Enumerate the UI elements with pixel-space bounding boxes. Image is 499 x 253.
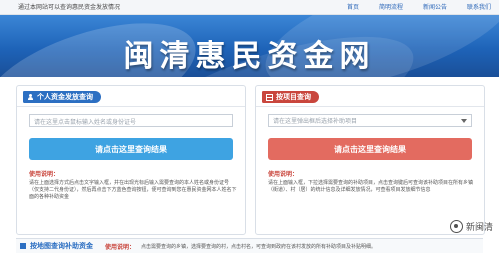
divider [256,106,484,107]
usage-instructions: 使用说明： 请在上面输入框，下拉选择需要查询的补助项目，点击查询键后可查询该补助… [268,171,476,194]
tab-label: 个人资金发放查询 [37,93,93,101]
panel-header: 按项目查询 [262,90,319,104]
usage-text: 点击需要查询的乡镇，选择要查询的村，点击村名，可查询到政府在该村发放的所有补助项… [141,243,377,250]
usage-instructions: 使用说明： 请在上面选择方式后点击文字输入框，并在出现光标后输入需要查询的本人姓… [29,171,237,201]
nav-contact-link[interactable]: 联系我们 [467,2,491,11]
grid-icon [266,93,273,101]
usage-text: 请在上面选择方式后点击文字输入框，并在出现光标后输入需要查询的本人姓名或身份证号… [29,180,237,200]
nav-process-link[interactable]: 简明流程 [379,2,403,11]
tab-label: 按地图查询补助资金 [30,242,93,250]
personal-query-panel: 个人资金发放查询 请在这里点击鼠标输入姓名或身份证号 请点击这里查询结果 使用说… [16,85,246,235]
tab-project-query[interactable]: 按项目查询 [262,91,319,103]
wechat-icon [449,220,463,233]
map-icon [20,243,26,249]
site-title: 闽清惠民资金网 [123,39,376,74]
watermark-text: 新闽清 [465,223,493,233]
tab-label: 按项目查询 [276,93,311,101]
panel-header: 个人资金发放查询 [23,90,101,104]
nav-news-link[interactable]: 新闻公告 [423,2,447,11]
tab-map-query[interactable]: 按地图查询补助资金 [16,241,93,251]
usage-label: 使用说明： [29,171,60,178]
header-banner: 闽清惠民资金网 [0,15,499,77]
project-select[interactable]: 请在这里弹出框后选择补助项目 [268,114,472,127]
name-id-search-input[interactable]: 请在这里点击鼠标输入姓名或身份证号 [29,114,233,127]
tab-personal-query[interactable]: 个人资金发放查询 [23,91,101,103]
watermark: 新闽清 [449,220,493,233]
usage-text: 请在上面输入框，下拉选择需要查询的补助项目，点击查询键后可查询该补助项目在所有乡… [268,180,474,193]
top-nav: 首页 简明流程 新闻公告 联系我们 [347,2,491,11]
top-bar: 通过本网站可以查询惠民资金发放情况 首页 简明流程 新闻公告 联系我们 [0,0,499,15]
project-query-panel: 按项目查询 请在这里弹出框后选择补助项目 请点击这里查询结果 使用说明： 请在上… [255,85,485,235]
chevron-down-icon [461,118,467,123]
select-placeholder: 请在这里弹出框后选择补助项目 [273,118,358,125]
usage-label: 使用说明： [268,171,299,178]
map-query-bar: 按地图查询补助资金 使用说明： 点击需要查询的乡镇，选择要查询的村，点击村名，可… [16,238,483,253]
usage-label: 使用说明： [105,243,136,251]
nav-home-link[interactable]: 首页 [347,2,359,11]
divider [17,106,245,107]
project-query-button[interactable]: 请点击这里查询结果 [268,138,472,160]
person-icon [27,93,34,101]
site-notice: 通过本网站可以查询惠民资金发放情况 [18,4,121,11]
personal-query-button[interactable]: 请点击这里查询结果 [29,138,233,160]
